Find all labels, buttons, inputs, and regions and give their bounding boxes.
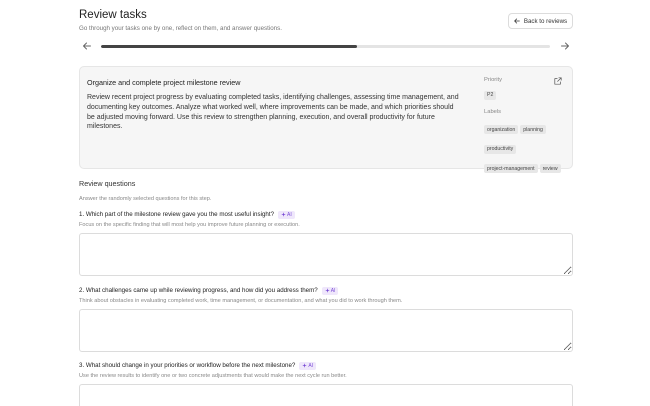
question-hint: Use the review results to identify one o… xyxy=(79,373,347,379)
ai-badge-label: AI xyxy=(330,287,336,294)
page-subtitle: Go through your tasks one by one, reflec… xyxy=(79,25,282,32)
label-chip: planning xyxy=(520,125,546,134)
ai-badge-label: AI xyxy=(287,211,292,218)
sparkle-icon xyxy=(281,212,286,217)
label-chip: organization xyxy=(484,125,519,134)
priority-badge: P2 xyxy=(484,90,497,100)
question-text: 1. Which part of the milestone review ga… xyxy=(79,211,275,218)
review-questions-title: Review questions xyxy=(79,179,136,188)
sparkle-icon xyxy=(302,363,308,368)
task-card: Organize and complete project milestone … xyxy=(79,66,573,173)
ai-badge[interactable]: AI xyxy=(321,286,339,295)
progress-bar xyxy=(101,45,550,48)
next-task-arrow-icon[interactable] xyxy=(560,41,570,51)
task-title: Organize and complete project milestone … xyxy=(87,78,241,87)
page-title: Review tasks xyxy=(79,9,147,21)
task-description: Review recent project progress by evalua… xyxy=(87,94,459,131)
sparkle-icon xyxy=(324,288,330,293)
label-chip: productivity xyxy=(484,144,517,154)
question-block: 2. What challenges came up while reviewi… xyxy=(79,286,573,352)
task-meta: Priority P2 Labels organization planning p… xyxy=(484,77,568,176)
progress-bar-fill xyxy=(101,45,357,48)
question-text: 2. What challenges came up while reviewi… xyxy=(79,287,318,294)
question-block: 3. What should change in your priorities… xyxy=(79,361,573,406)
question-hint: Think about obstacles in evaluating comp… xyxy=(79,298,403,304)
arrow-left-icon xyxy=(514,18,520,24)
label-chips: organization planning productivity project-… xyxy=(484,118,568,177)
priority-label: Priority xyxy=(484,77,503,83)
ai-badge[interactable]: AI xyxy=(299,361,317,370)
back-to-reviews-button[interactable]: Back to reviews xyxy=(508,13,573,29)
labels-label: Labels xyxy=(484,108,502,115)
ai-badge[interactable]: AI xyxy=(278,210,295,219)
answer-input[interactable] xyxy=(79,384,573,406)
ai-badge-label: AI xyxy=(308,362,314,369)
review-questions-subtitle: Answer the randomly selected questions f… xyxy=(79,196,212,202)
label-chip: project-management xyxy=(484,164,538,173)
question-text: 3. What should change in your priorities… xyxy=(79,362,296,369)
back-to-reviews-label: Back to reviews xyxy=(523,17,568,25)
previous-task-arrow-icon[interactable] xyxy=(82,41,92,51)
question-hint: Focus on the specific finding that will … xyxy=(79,222,300,228)
label-chip: review xyxy=(539,164,561,173)
answer-input[interactable] xyxy=(79,233,573,276)
answer-input[interactable] xyxy=(79,309,573,352)
question-block: 1. Which part of the milestone review ga… xyxy=(79,210,573,276)
